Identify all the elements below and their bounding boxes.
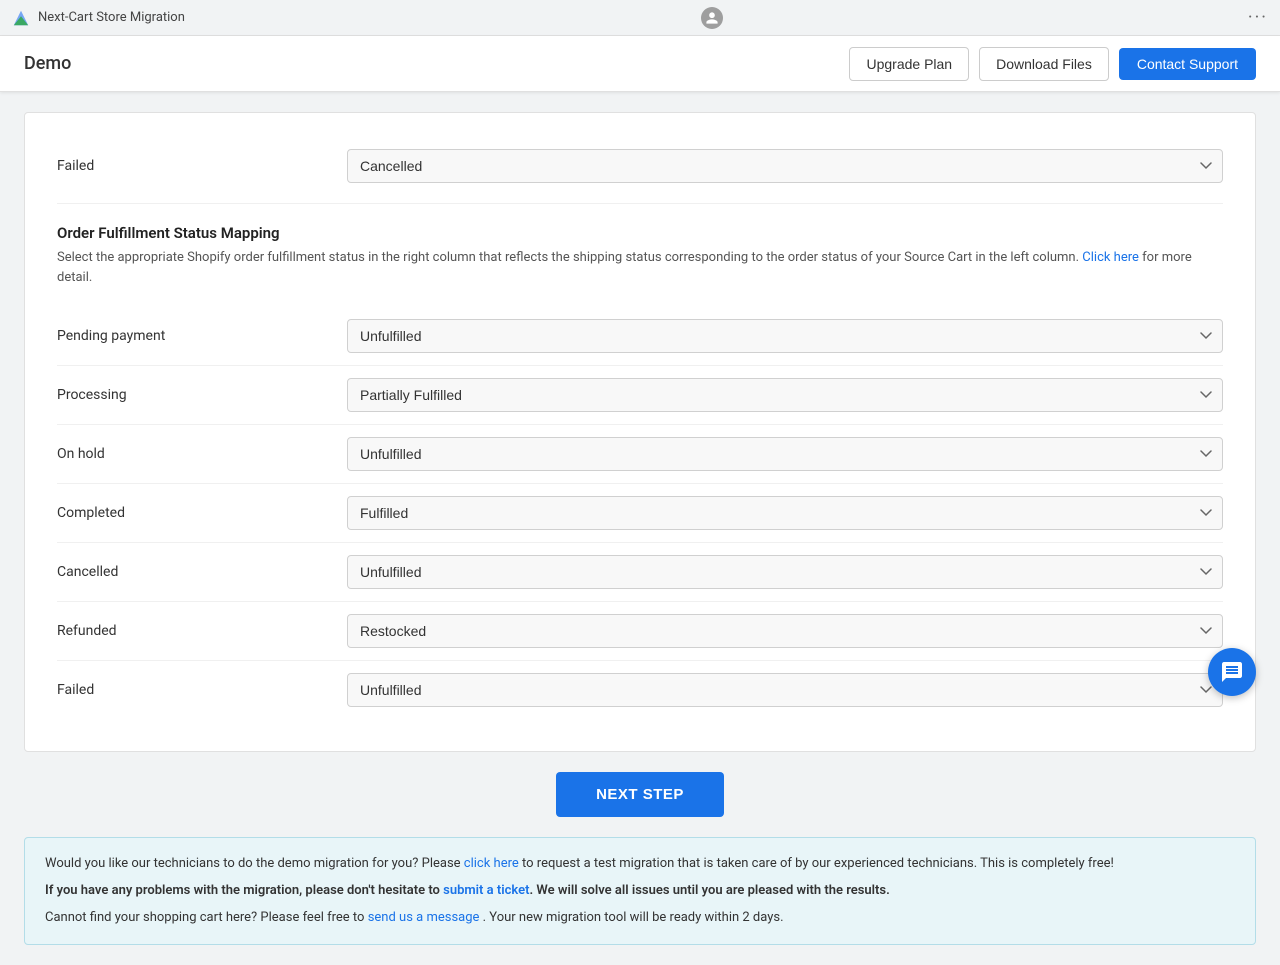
mapping-row-pending-payment: Pending payment Unfulfilled Fulfilled Pa…: [57, 307, 1223, 366]
click-here-link[interactable]: Click here: [1082, 250, 1139, 265]
titlebar-more[interactable]: ···: [1248, 7, 1268, 28]
submit-ticket-link[interactable]: submit a ticket: [443, 883, 529, 898]
select-cancelled[interactable]: Unfulfilled Fulfilled Partially Fulfille…: [347, 555, 1223, 589]
titlebar: Next-Cart Store Migration ···: [0, 0, 1280, 36]
next-step-button[interactable]: NEXT STEP: [556, 772, 724, 817]
section-desc: Select the appropriate Shopify order ful…: [57, 248, 1223, 287]
select-completed[interactable]: Unfulfilled Fulfilled Partially Fulfille…: [347, 496, 1223, 530]
info-line3-prefix: Cannot find your shopping cart here? Ple…: [45, 910, 364, 925]
label-cancelled: Cancelled: [57, 564, 347, 580]
mapping-row-processing: Processing Unfulfilled Fulfilled Partial…: [57, 366, 1223, 425]
top-failed-row: Failed Unfulfilled Fulfilled Partially F…: [57, 137, 1223, 204]
mapping-row-failed: Failed Unfulfilled Fulfilled Partially F…: [57, 661, 1223, 719]
mapping-row-refunded: Refunded Unfulfilled Fulfilled Partially…: [57, 602, 1223, 661]
info-line-3: Cannot find your shopping cart here? Ple…: [45, 908, 1235, 929]
send-message-link[interactable]: send us a message: [368, 910, 480, 925]
select-on-hold[interactable]: Unfulfilled Fulfilled Partially Fulfille…: [347, 437, 1223, 471]
download-files-button[interactable]: Download Files: [979, 47, 1109, 81]
label-processing: Processing: [57, 387, 347, 403]
info-line1-prefix: Would you like our technicians to do the…: [45, 856, 461, 871]
label-completed: Completed: [57, 505, 347, 521]
mapping-card: Failed Unfulfilled Fulfilled Partially F…: [24, 112, 1256, 752]
chat-button[interactable]: [1208, 648, 1256, 696]
mapping-row-on-hold: On hold Unfulfilled Fulfilled Partially …: [57, 425, 1223, 484]
label-refunded: Refunded: [57, 623, 347, 639]
header-actions: Upgrade Plan Download Files Contact Supp…: [849, 47, 1256, 81]
top-failed-select[interactable]: Unfulfilled Fulfilled Partially Fulfille…: [347, 149, 1223, 183]
select-pending-payment[interactable]: Unfulfilled Fulfilled Partially Fulfille…: [347, 319, 1223, 353]
info-line2-bold-prefix: If you have any problems with the migrat…: [45, 883, 890, 898]
profile-icon[interactable]: [701, 7, 723, 29]
app-icon: [12, 9, 30, 27]
info-line2-suffix: . We will solve all issues until you are…: [530, 883, 890, 898]
top-failed-label: Failed: [57, 158, 347, 174]
fulfillment-section: Order Fulfillment Status Mapping Select …: [57, 224, 1223, 719]
top-failed-select-wrap: Unfulfilled Fulfilled Partially Fulfille…: [347, 149, 1223, 183]
upgrade-plan-button[interactable]: Upgrade Plan: [849, 47, 969, 81]
info-box: Would you like our technicians to do the…: [24, 837, 1256, 945]
label-on-hold: On hold: [57, 446, 347, 462]
select-refunded[interactable]: Unfulfilled Fulfilled Partially Fulfille…: [347, 614, 1223, 648]
section-desc-text: Select the appropriate Shopify order ful…: [57, 250, 1079, 265]
header: Demo Upgrade Plan Download Files Contact…: [0, 36, 1280, 92]
contact-support-button[interactable]: Contact Support: [1119, 48, 1256, 80]
click-here-link-2[interactable]: click here: [464, 856, 519, 871]
info-line-2: If you have any problems with the migrat…: [45, 881, 1235, 902]
select-failed[interactable]: Unfulfilled Fulfilled Partially Fulfille…: [347, 673, 1223, 707]
chat-icon: [1220, 660, 1244, 684]
mapping-row-cancelled: Cancelled Unfulfilled Fulfilled Partiall…: [57, 543, 1223, 602]
select-processing[interactable]: Unfulfilled Fulfilled Partially Fulfille…: [347, 378, 1223, 412]
section-title: Order Fulfillment Status Mapping: [57, 224, 1223, 242]
mapping-rows: Pending payment Unfulfilled Fulfilled Pa…: [57, 307, 1223, 719]
info-line3-suffix: . Your new migration tool will be ready …: [483, 910, 784, 925]
main-content: Failed Unfulfilled Fulfilled Partially F…: [0, 92, 1280, 965]
label-failed: Failed: [57, 682, 347, 698]
info-line-1: Would you like our technicians to do the…: [45, 854, 1235, 875]
info-line1-suffix: to request a test migration that is take…: [522, 856, 1114, 871]
label-pending-payment: Pending payment: [57, 328, 347, 344]
mapping-row-completed: Completed Unfulfilled Fulfilled Partiall…: [57, 484, 1223, 543]
app-name: Demo: [24, 53, 71, 74]
next-step-wrap: NEXT STEP: [24, 772, 1256, 817]
titlebar-title: Next-Cart Store Migration: [38, 10, 185, 25]
